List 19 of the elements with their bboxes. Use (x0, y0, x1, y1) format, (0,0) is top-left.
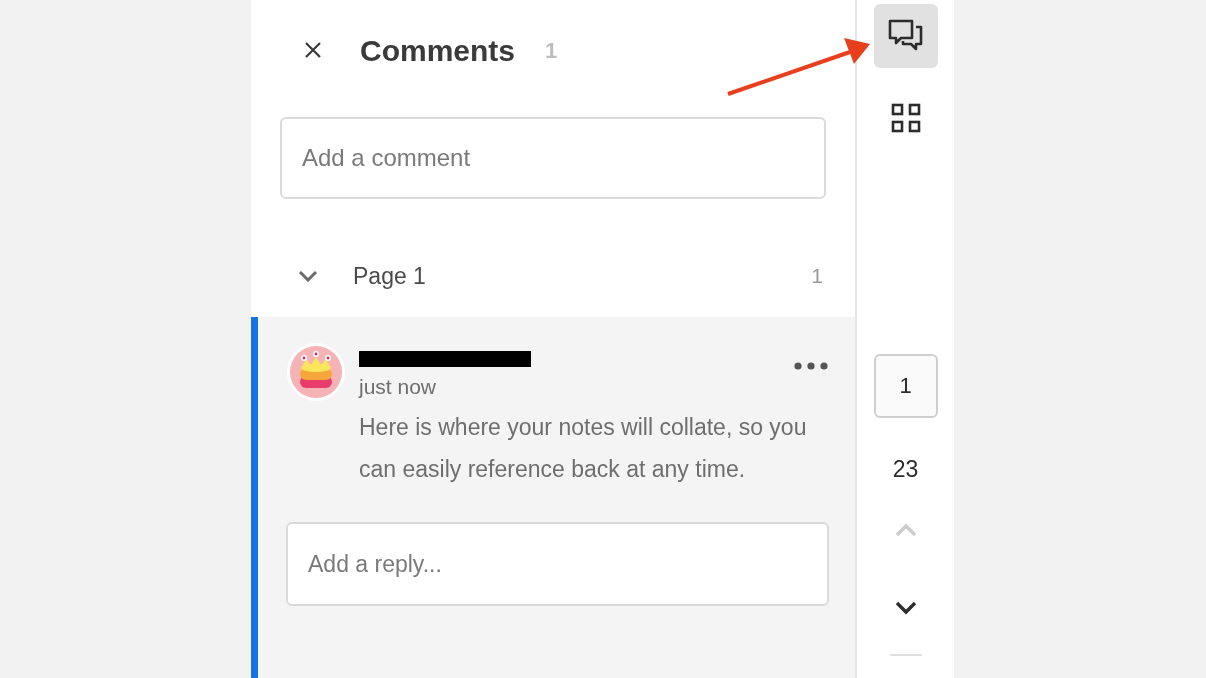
group-count: 1 (811, 263, 823, 290)
chevron-down-icon (894, 601, 917, 615)
chevron-up-icon (894, 523, 917, 537)
chevron-icon (298, 270, 318, 282)
page-number-field[interactable]: 1 (873, 353, 938, 418)
tool-button[interactable] (873, 4, 938, 68)
page-total: 23 (892, 454, 919, 484)
grid-icon (890, 103, 921, 133)
comment-card[interactable]: just now Here is where your notes will collate, so you can easily reference back at any time. Add a reply... (251, 317, 855, 678)
comment-text: Here is where your notes will collate, so you can easily reference back at any time. (359, 413, 808, 484)
comment-field[interactable]: Add a comment (280, 117, 826, 199)
more-icon (794, 362, 828, 370)
group-label: Page 1 (353, 261, 426, 291)
comment-time: just now (359, 374, 438, 400)
close-icon (304, 41, 322, 59)
reply-field[interactable]: Add a reply... (286, 522, 829, 606)
panel-title: Comments (360, 32, 516, 69)
avatar (286, 342, 346, 402)
comment-count: 1 (545, 36, 558, 65)
